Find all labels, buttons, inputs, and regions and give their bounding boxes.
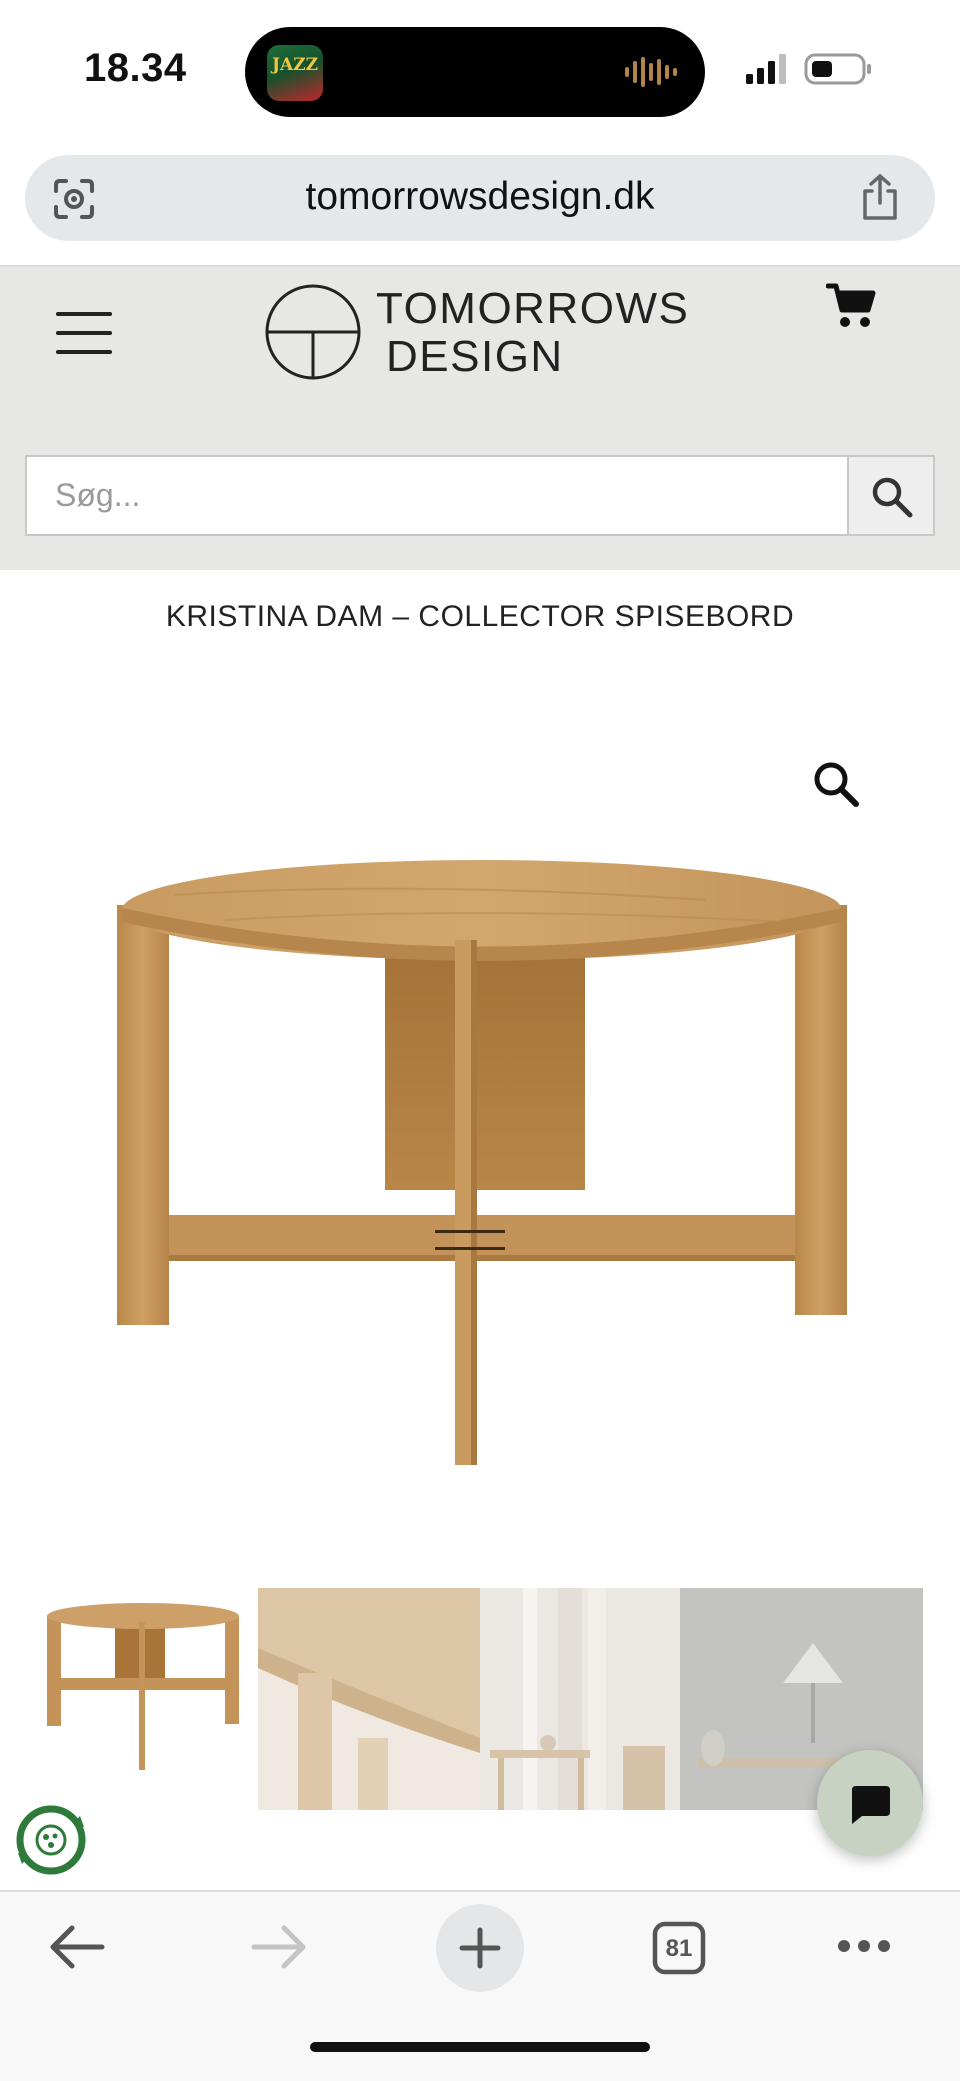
arrow-left-icon[interactable] xyxy=(48,1922,106,1972)
arrow-right-icon[interactable] xyxy=(250,1922,308,1972)
share-icon[interactable] xyxy=(859,173,901,221)
battery-low-icon xyxy=(804,53,871,85)
chat-bubble-icon xyxy=(852,1786,890,1824)
search-button[interactable] xyxy=(847,455,935,536)
more-dots-icon[interactable] xyxy=(836,1938,892,1954)
site-header: TOMORROWS DESIGN xyxy=(0,267,960,570)
audio-waveform-icon xyxy=(625,57,677,87)
status-icons xyxy=(746,53,871,85)
new-tab-button[interactable] xyxy=(436,1904,524,1992)
home-indicator[interactable] xyxy=(310,2042,650,2052)
address-bar[interactable]: tomorrowsdesign.dk xyxy=(25,155,935,241)
now-playing-artwork: JAZZ xyxy=(267,45,323,101)
now-playing-art-text: JAZZ xyxy=(271,55,319,75)
logo-mark-icon[interactable] xyxy=(263,282,363,382)
magnifier-icon[interactable] xyxy=(812,760,860,808)
logo-text[interactable]: TOMORROWS DESIGN xyxy=(376,285,689,381)
logo-line-2: DESIGN xyxy=(386,332,564,381)
status-time: 18.34 xyxy=(84,46,187,90)
logo-line-1: TOMORROWS xyxy=(376,284,690,333)
tabs-count: 81 xyxy=(665,1935,693,1962)
search-input[interactable] xyxy=(25,455,849,536)
cellular-signal-icon xyxy=(746,54,786,84)
status-bar: 18.34 JAZZ xyxy=(0,0,960,140)
url-text[interactable]: tomorrowsdesign.dk xyxy=(25,175,935,219)
product-thumbnail[interactable] xyxy=(45,1590,245,1790)
product-title: KRISTINA DAM – COLLECTOR SPISEBORD xyxy=(165,600,795,633)
shopping-cart-icon[interactable] xyxy=(826,282,876,330)
dynamic-island[interactable]: JAZZ xyxy=(245,27,705,117)
eco-recycle-badge-icon[interactable] xyxy=(14,1803,88,1877)
browser-toolbar: 81 xyxy=(0,1892,960,2081)
search-form xyxy=(25,455,935,540)
plus-icon xyxy=(459,1927,501,1969)
search-icon xyxy=(872,477,913,518)
chat-button[interactable] xyxy=(817,1750,923,1856)
tabs-button[interactable]: 81 xyxy=(652,1921,706,1975)
hamburger-menu-icon[interactable] xyxy=(56,312,112,354)
product-main-image[interactable] xyxy=(105,850,855,1470)
